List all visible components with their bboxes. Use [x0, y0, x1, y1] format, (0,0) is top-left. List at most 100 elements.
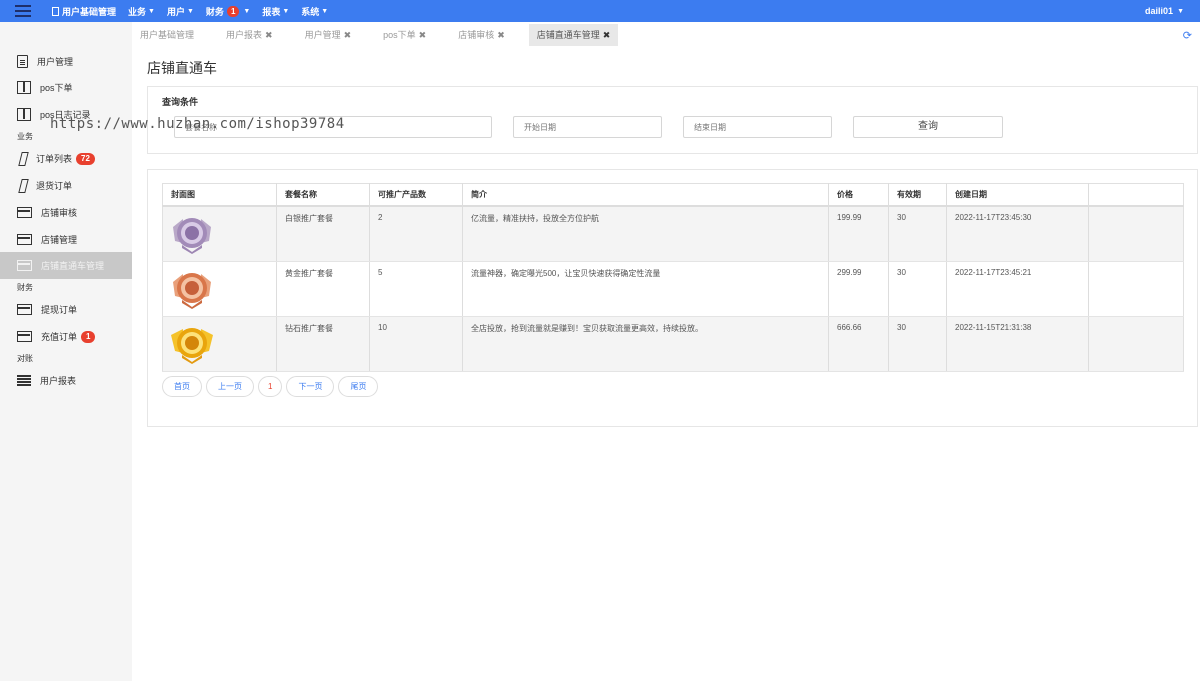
product-count-cell: 5 [369, 261, 463, 317]
sidebar-item-label: 用户报表 [40, 376, 77, 386]
column-header: 封面图 [162, 183, 277, 207]
nav-label: 业务 [128, 6, 147, 17]
username: daili01 [1145, 6, 1174, 16]
tab-user-basic[interactable]: 用户基础管理 [132, 24, 202, 46]
nav-user-basic[interactable]: 用户基础管理 [46, 0, 122, 22]
sidebar-item-label: 店铺直通车管理 [41, 261, 105, 271]
column-header [1088, 183, 1184, 207]
validity-cell: 30 [888, 261, 947, 317]
next-page-button[interactable]: 下一页 [286, 376, 335, 397]
sidebar-item-user-management[interactable]: 用户管理 [0, 48, 132, 75]
close-icon[interactable]: ✖ [497, 30, 505, 40]
bronze-medal-icon [173, 272, 211, 309]
table-row[interactable]: 白银推广套餐 2 亿流量，精准扶持，投放全方位护航 199.99 30 2022… [162, 205, 1184, 262]
tab-store-express-management[interactable]: 店铺直通车管理 ✖ [528, 24, 619, 46]
card-icon [17, 304, 32, 315]
description-cell: 亿流量，精准扶持，投放全方位护航 [462, 205, 829, 262]
page-title: 店铺直通车 [147, 60, 217, 76]
notification-badge: 1 [226, 5, 240, 17]
refresh-icon[interactable]: ⟳ [1183, 29, 1192, 42]
end-date-input[interactable] [683, 116, 832, 138]
sidebar-item-withdraw-orders[interactable]: 提现订单 [0, 296, 132, 323]
sidebar-section-title: 对账 [17, 354, 33, 363]
nav-label: 财务 [205, 6, 224, 17]
tab-user-report[interactable]: 用户报表 ✖ [218, 24, 281, 46]
sidebar-item-recharge-orders[interactable]: 充值订单 1 [0, 323, 132, 350]
close-icon[interactable]: ✖ [419, 30, 427, 40]
menu-toggle-icon[interactable] [0, 0, 46, 22]
caret-down-icon: ▼ [321, 7, 329, 15]
first-page-button[interactable]: 首页 [162, 376, 202, 397]
search-button[interactable]: 查询 [853, 116, 1003, 138]
document-icon [52, 6, 59, 16]
prev-page-button[interactable]: 上一页 [206, 376, 254, 397]
page-tabs: 用户基础管理 用户报表 ✖ 用户管理 ✖ pos下单 ✖ 店铺审核 ✖ 店铺直通车管理 ✖ [132, 24, 634, 46]
sidebar-item-pos-order[interactable]: pos下单 [0, 74, 132, 101]
top-navbar: 用户基础管理 业务 ▼ 用户 ▼ 财务 1 ▼ 报表 ▼ 系统 ▼ daili01 ▼ [0, 0, 1200, 22]
tab-label: 店铺直通车管理 [536, 30, 600, 40]
package-name-cell: 黄金推广套餐 [276, 261, 370, 317]
package-name-cell: 白银推广套餐 [276, 205, 370, 262]
query-label: 查询条件 [162, 97, 199, 107]
card-icon [17, 260, 32, 271]
sidebar-item-label: 退货订单 [36, 181, 73, 191]
gold-medal-icon [171, 327, 213, 364]
column-header: 套餐名称 [276, 183, 370, 207]
sidebar-item-order-list[interactable]: 订单列表 72 [0, 145, 132, 172]
start-date-input[interactable] [513, 116, 662, 138]
nav-finance[interactable]: 财务 1 ▼ [200, 0, 256, 22]
tab-label: 用户报表 [226, 30, 263, 40]
close-icon[interactable]: ✖ [344, 30, 352, 40]
close-icon[interactable]: ✖ [603, 30, 611, 40]
card-icon [17, 207, 32, 218]
nav-user[interactable]: 用户 ▼ [161, 0, 200, 22]
price-cell: 199.99 [828, 205, 889, 262]
tab-pos-order[interactable]: pos下单 ✖ [375, 24, 434, 46]
nav-label: 报表 [262, 6, 281, 17]
current-page-button[interactable]: 1 [258, 376, 283, 397]
sidebar-item-store-management[interactable]: 店铺管理 [0, 226, 132, 253]
nav-report[interactable]: 报表 ▼ [256, 0, 295, 22]
watermark: https://www.huzhan.com/ishop39784 [50, 116, 345, 132]
card-icon [17, 234, 32, 245]
user-menu[interactable]: daili01 ▼ [1145, 0, 1184, 22]
action-cell [1088, 316, 1184, 372]
last-page-button[interactable]: 尾页 [338, 376, 379, 397]
description-cell: 流量神器，确定曝光500，让宝贝快速获得确定性流量 [462, 261, 829, 317]
package-name-cell: 钻石推广套餐 [276, 316, 370, 372]
sidebar-item-store-express-management[interactable]: 店铺直通车管理 [0, 252, 132, 279]
sidebar-section-title: 业务 [17, 132, 33, 141]
count-badge: 1 [81, 330, 96, 343]
sidebar-item-store-review[interactable]: 店铺审核 [0, 199, 132, 226]
table-row[interactable]: 钻石推广套餐 10 全店投放，抢到流量就是赚到！宝贝获取流量更高效，持续投放。 … [162, 316, 1184, 372]
count-badge: 72 [76, 152, 95, 165]
tab-user-management[interactable]: 用户管理 ✖ [297, 24, 360, 46]
nav-business[interactable]: 业务 ▼ [122, 0, 161, 22]
tab-label: 用户管理 [304, 30, 341, 40]
nav-label: 系统 [301, 6, 320, 17]
cover-cell [162, 205, 277, 262]
column-header: 价格 [828, 183, 889, 207]
package-table: 封面图 套餐名称 可推广产品数 简介 价格 有效期 创建日期 白银推广套餐 2 … [162, 183, 1184, 372]
pagination: 首页 上一页 1 下一页 尾页 [162, 376, 382, 397]
tab-store-review[interactable]: 店铺审核 ✖ [450, 24, 513, 46]
cover-cell [162, 261, 277, 317]
column-header: 创建日期 [946, 183, 1089, 207]
sidebar-item-label: pos下单 [40, 83, 73, 93]
tab-label: 店铺审核 [458, 30, 495, 40]
validity-cell: 30 [888, 316, 947, 372]
sidebar-item-user-report[interactable]: 用户报表 [0, 367, 132, 394]
card-icon [17, 331, 32, 342]
table-row[interactable]: 黄金推广套餐 5 流量神器，确定曝光500，让宝贝快速获得确定性流量 299.9… [162, 261, 1184, 317]
tab-label: pos下单 [383, 30, 416, 40]
cover-cell [162, 316, 277, 372]
nav-system[interactable]: 系统 ▼ [295, 0, 334, 22]
sidebar-item-return-orders[interactable]: 退货订单 [0, 172, 132, 199]
sidebar-item-label: 店铺管理 [41, 235, 78, 245]
caret-down-icon: ▼ [243, 7, 251, 15]
created-date-cell: 2022-11-17T23:45:21 [946, 261, 1089, 317]
nav-label: 用户 [166, 6, 185, 17]
close-icon[interactable]: ✖ [265, 30, 273, 40]
product-count-cell: 10 [369, 316, 463, 372]
sidebar-item-label: 订单列表 [36, 154, 73, 164]
